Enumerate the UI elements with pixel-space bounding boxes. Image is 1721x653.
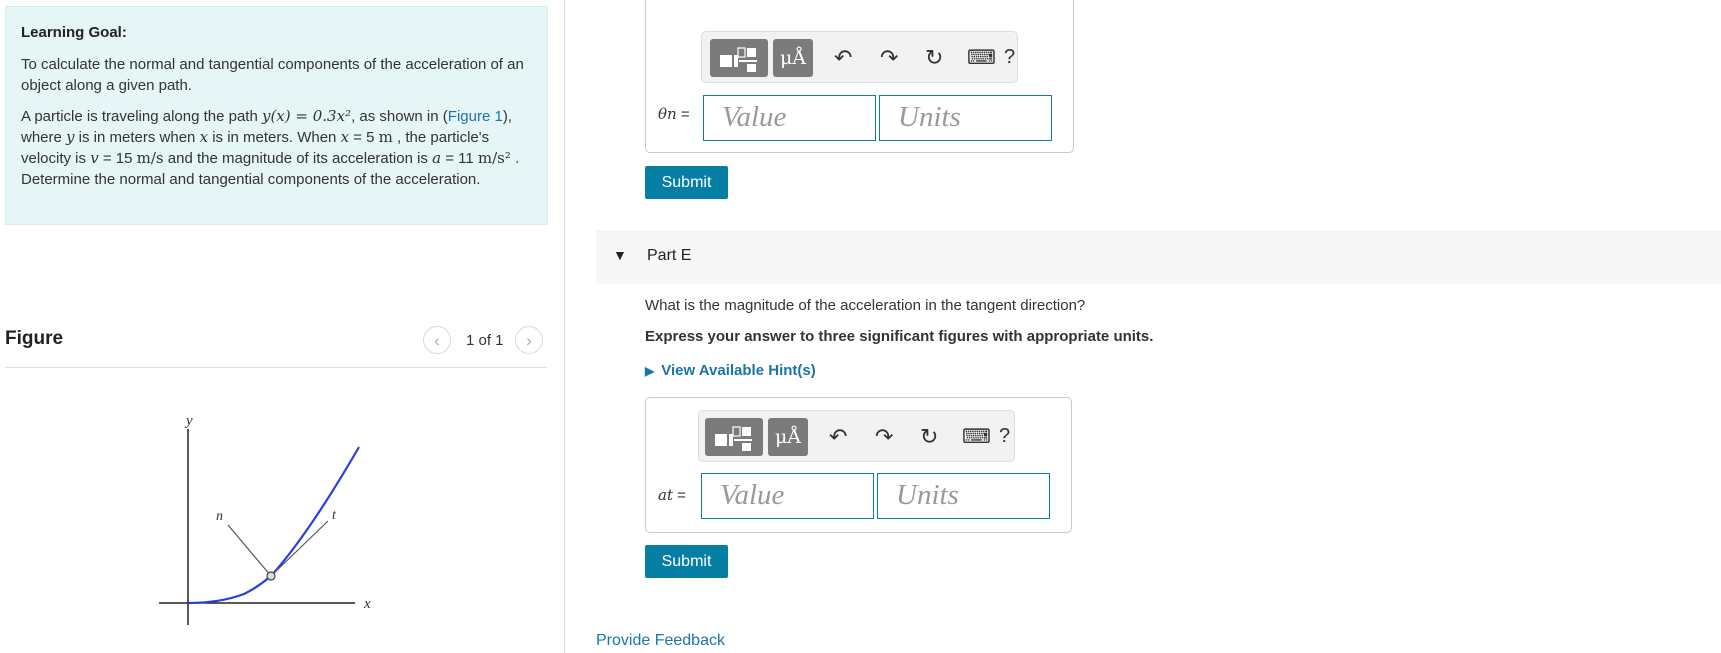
reset-icon[interactable]: ↻ [920,425,938,449]
figure-title: Figure [5,328,64,349]
units-button[interactable]: μÅ [773,39,813,77]
part-e-instruction: Express your answer to three significant… [645,328,1154,345]
template-button[interactable] [710,39,768,77]
view-hints-link[interactable]: ▶ View Available Hint(s) [645,362,816,379]
keyboard-icon[interactable]: ⌨ [962,425,991,449]
value-input-part-e[interactable]: Value [701,473,874,519]
provide-feedback-link[interactable]: Provide Feedback [596,632,725,650]
figure-counter: 1 of 1 [466,332,504,349]
keyboard-icon[interactable]: ⌨ [967,46,996,70]
help-icon[interactable]: ? [1004,46,1015,69]
help-icon[interactable]: ? [999,425,1010,448]
path-figure: y x n t [159,413,371,625]
template-button[interactable] [705,418,763,456]
units-input-part-e[interactable]: Units [877,473,1050,519]
template-icon [720,47,757,72]
figure-prev-button[interactable]: ‹ [423,326,451,354]
undo-icon[interactable]: ↶ [829,425,847,449]
redo-icon[interactable]: ↷ [875,425,893,449]
answer-box-part-d: μÅ ↶ ↷ ↻ ⌨ ? θn = Value Units [645,0,1074,153]
expand-triangle-icon: ▶ [645,364,655,378]
value-input-part-d[interactable]: Value [703,95,876,141]
part-e-label: Part E [647,247,692,264]
learning-goal-panel: Learning Goal: To calculate the normal a… [5,6,548,225]
part-e-header[interactable]: ▼ Part E [596,230,1721,284]
problem-statement: A particle is traveling along the path y… [21,107,520,188]
column-divider [564,0,565,653]
math-toolbar: μÅ ↶ ↷ ↻ ⌨ ? [698,410,1015,462]
submit-button-part-e[interactable]: Submit [645,545,728,578]
template-icon [715,426,752,451]
reset-icon[interactable]: ↻ [925,46,943,70]
figure-next-button[interactable]: › [515,326,543,354]
theta-n-label: θn = [658,105,690,123]
submit-button-part-d[interactable]: Submit [645,166,728,199]
learning-goal-text: To calculate the normal and tangential c… [21,56,524,94]
figure-header: Figure ‹ 1 of 1 › [5,318,547,368]
normal-label: n [216,509,223,524]
figure-link[interactable]: Figure 1 [448,108,503,125]
math-toolbar: μÅ ↶ ↷ ↻ ⌨ ? [701,31,1018,83]
part-e-question: What is the magnitude of the acceleratio… [645,297,1086,314]
tangent-label: t [332,508,337,523]
chevron-left-icon: ‹ [434,330,440,350]
normal-vector [227,524,272,577]
a-t-label: at = [658,486,686,504]
chevron-right-icon: › [526,330,532,350]
path-expression: y(x) = 0.3x² [261,107,352,125]
units-button[interactable]: μÅ [768,418,808,456]
units-input-part-d[interactable]: Units [879,95,1052,141]
particle-point [266,571,276,581]
undo-icon[interactable]: ↶ [834,46,852,70]
redo-icon[interactable]: ↷ [880,46,898,70]
tangent-vector [270,520,329,577]
x-axis-label: x [363,596,371,612]
answer-box-part-e: μÅ ↶ ↷ ↻ ⌨ ? at = Value Units [645,397,1072,533]
y-axis-label: y [184,413,193,429]
collapse-triangle-icon: ▼ [613,247,627,263]
learning-goal-heading: Learning Goal: [21,24,127,41]
